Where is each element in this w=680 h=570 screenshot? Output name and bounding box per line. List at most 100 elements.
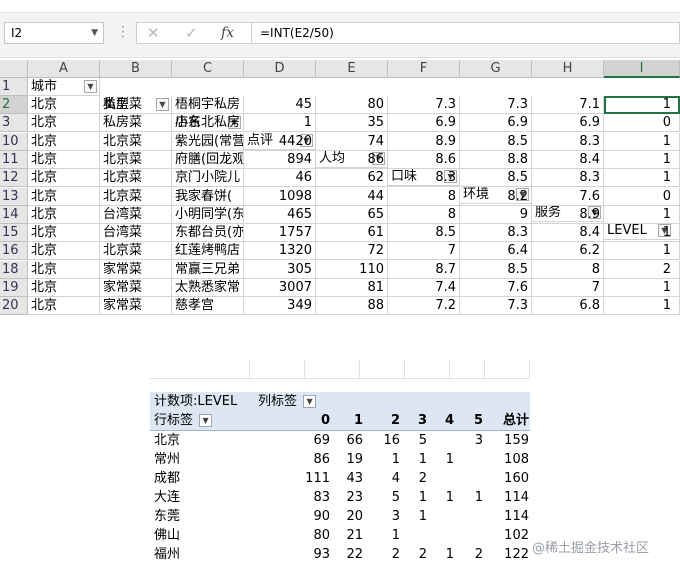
cell-type[interactable]: 北京菜 <box>100 132 172 151</box>
cell-reviews[interactable]: 1757 <box>244 224 316 243</box>
cell-name[interactable]: 小东北私房 <box>172 114 244 133</box>
cell-env[interactable]: 7.3 <box>460 297 532 316</box>
pivot-row-total[interactable]: 122 <box>483 545 529 564</box>
cell-city[interactable]: 北京 <box>28 205 100 224</box>
pivot-row-total[interactable]: 160 <box>483 469 529 488</box>
cell-level[interactable]: 2 <box>604 260 680 279</box>
pivot-cell[interactable] <box>454 469 483 488</box>
row-header[interactable]: 11 <box>0 150 28 169</box>
pivot-cell[interactable] <box>427 431 454 450</box>
cell-env[interactable]: 8.5 <box>460 132 532 151</box>
row-header[interactable]: 16 <box>0 242 28 261</box>
pivot-col-label[interactable]: 列标签 ▼ <box>258 392 368 411</box>
cell-type[interactable]: 家常菜 <box>100 297 172 316</box>
cell-reviews[interactable]: 305 <box>244 260 316 279</box>
pivot-cell[interactable]: 93 <box>270 545 330 564</box>
row-header[interactable]: 10 <box>0 132 28 151</box>
cell-taste[interactable]: 7.3 <box>388 96 460 114</box>
cell-env[interactable]: 8.8 <box>460 150 532 169</box>
cell-reviews[interactable]: 894 <box>244 150 316 169</box>
cell-env[interactable]: 8.5 <box>460 169 532 188</box>
pivot-row-total[interactable]: 108 <box>483 450 529 469</box>
cell-type[interactable]: 家常菜 <box>100 260 172 279</box>
cell-taste[interactable]: 8 <box>388 205 460 224</box>
cell-env[interactable]: 8.3 <box>460 224 532 243</box>
row-header[interactable]: 1 <box>0 78 28 96</box>
insert-function-icon[interactable]: fx <box>221 23 234 43</box>
pivot-row-total[interactable]: 114 <box>483 488 529 507</box>
cell-reviews[interactable]: 46 <box>244 169 316 188</box>
cell-taste[interactable]: 6.9 <box>388 114 460 133</box>
cell-reviews[interactable]: 1 <box>244 114 316 133</box>
cell-city[interactable]: 北京 <box>28 96 100 114</box>
cell-city[interactable]: 北京 <box>28 297 100 316</box>
pivot-cell[interactable]: 16 <box>363 431 400 450</box>
select-all-corner[interactable] <box>0 60 28 78</box>
pivot-cell[interactable]: 21 <box>330 526 363 545</box>
cell-name[interactable]: 京门小院儿 <box>172 169 244 188</box>
pivot-cell[interactable]: 2 <box>454 545 483 564</box>
cell-reviews[interactable]: 1320 <box>244 242 316 261</box>
column-header-d[interactable]: D <box>244 60 316 78</box>
cell-taste[interactable]: 7 <box>388 242 460 261</box>
pivot-cell[interactable]: 1 <box>363 450 400 469</box>
pivot-cell[interactable]: 22 <box>330 545 363 564</box>
pivot-cell[interactable] <box>427 526 454 545</box>
pivot-cell[interactable] <box>454 507 483 526</box>
cell-level[interactable]: 1 <box>604 242 680 261</box>
cell-avg[interactable]: 88 <box>316 297 388 316</box>
cell-city[interactable]: 北京 <box>28 114 100 133</box>
cell-name[interactable]: 红莲烤鸭店 <box>172 242 244 261</box>
cell-reviews[interactable]: 45 <box>244 96 316 114</box>
pivot-row-total[interactable]: 159 <box>483 431 529 450</box>
pivot-row-city[interactable]: 常州 <box>154 450 254 469</box>
pivot-row-city[interactable]: 北京 <box>154 431 254 450</box>
pivot-row-city[interactable]: 佛山 <box>154 526 254 545</box>
pivot-row-city[interactable]: 大连 <box>154 488 254 507</box>
cell-name[interactable]: 府膳(回龙观 <box>172 150 244 169</box>
cell-avg[interactable]: 86 <box>316 150 388 169</box>
cell-avg[interactable]: 80 <box>316 96 388 114</box>
cell-avg[interactable]: 35 <box>316 114 388 133</box>
pivot-cell[interactable]: 90 <box>270 507 330 526</box>
cell-env[interactable]: 6.9 <box>460 114 532 133</box>
cell-reviews[interactable]: 1098 <box>244 187 316 206</box>
pivot-cell[interactable]: 19 <box>330 450 363 469</box>
cell-name[interactable]: 太熟悉家常 <box>172 279 244 297</box>
cell-type[interactable]: 北京菜 <box>100 169 172 188</box>
pivot-cell[interactable]: 80 <box>270 526 330 545</box>
cell-service[interactable]: 8.4 <box>532 224 604 243</box>
cancel-icon[interactable]: ✕ <box>147 23 160 43</box>
cell-env[interactable]: 6.4 <box>460 242 532 261</box>
pivot-cell[interactable]: 2 <box>363 545 400 564</box>
cell-city[interactable]: 北京 <box>28 132 100 151</box>
cell-taste[interactable]: 8.3 <box>388 169 460 188</box>
pivot-cell[interactable] <box>427 507 454 526</box>
column-header-i[interactable]: I <box>604 60 680 78</box>
row-header[interactable]: 20 <box>0 297 28 316</box>
enter-icon[interactable]: ✓ <box>185 23 198 43</box>
cell-city[interactable]: 北京 <box>28 279 100 297</box>
pivot-row-city[interactable]: 东莞 <box>154 507 254 526</box>
cell-service[interactable]: 6.9 <box>532 114 604 133</box>
empty-cell[interactable] <box>405 360 450 379</box>
filter-dropdown-icon[interactable]: ▼ <box>303 395 317 408</box>
cell-avg[interactable]: 65 <box>316 205 388 224</box>
filter-dropdown-icon[interactable]: ▼ <box>84 80 97 93</box>
cell-type[interactable]: 台湾菜 <box>100 205 172 224</box>
cell-taste[interactable]: 8 <box>388 187 460 206</box>
pivot-row-city[interactable]: 成都 <box>154 469 254 488</box>
cell-level[interactable]: 1 <box>604 297 680 316</box>
pivot-cell[interactable]: 1 <box>427 450 454 469</box>
cell-service[interactable]: 8.9 <box>532 205 604 224</box>
chevron-down-icon[interactable]: ▼ <box>91 23 98 43</box>
cell-city[interactable]: 北京 <box>28 169 100 188</box>
cell-type[interactable]: 北京菜 <box>100 242 172 261</box>
cell-city[interactable]: 北京 <box>28 224 100 243</box>
cell-type[interactable]: 北京菜 <box>100 187 172 206</box>
empty-cell[interactable] <box>360 360 405 379</box>
row-header[interactable]: 14 <box>0 205 28 224</box>
empty-cell[interactable] <box>305 360 360 379</box>
cell-reviews[interactable]: 4420 <box>244 132 316 151</box>
cell-level[interactable]: 0 <box>604 114 680 133</box>
